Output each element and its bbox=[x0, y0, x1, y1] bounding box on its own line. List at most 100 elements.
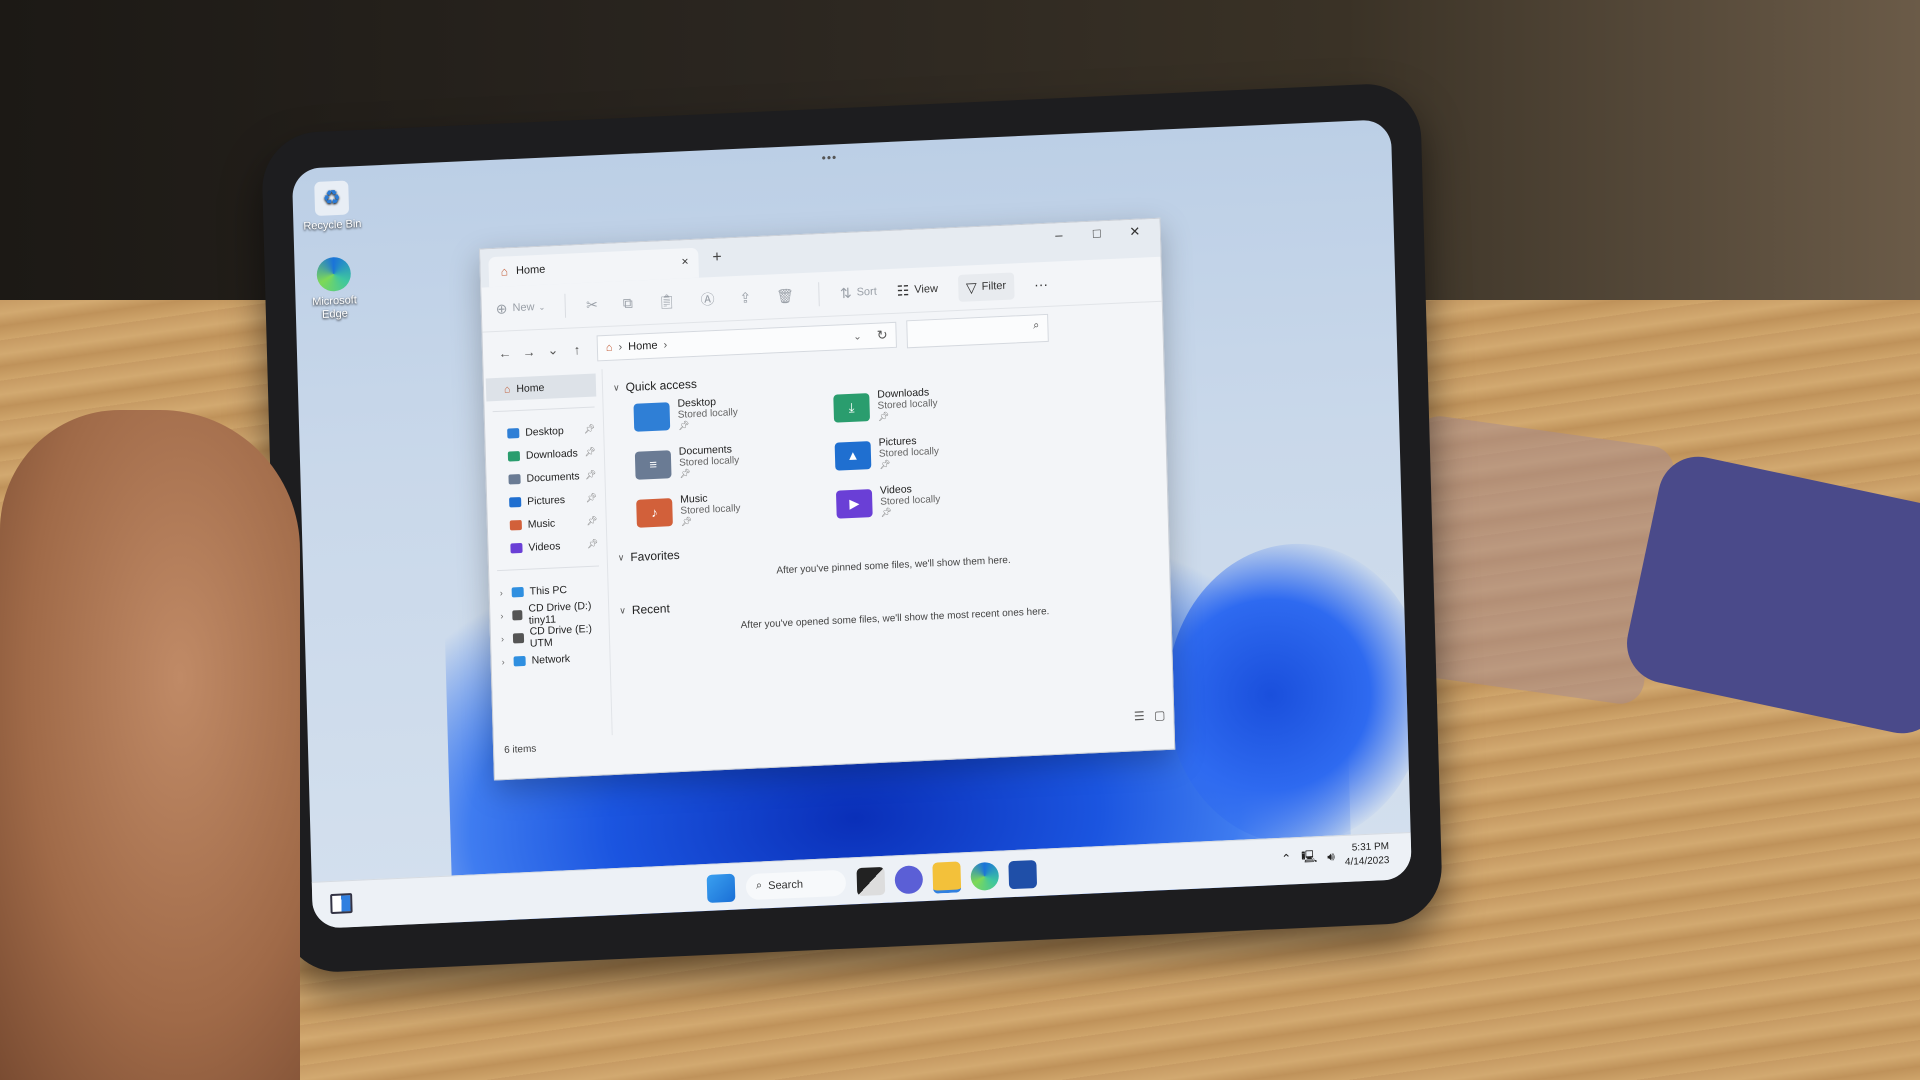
pin-icon: 📌︎ bbox=[680, 516, 693, 527]
cut-button[interactable]: ✂ bbox=[586, 296, 603, 314]
filter-label: Filter bbox=[981, 279, 1007, 293]
divider bbox=[497, 565, 600, 572]
clipboard-icon: 📋︎ bbox=[657, 292, 676, 310]
trash-icon: 🗑︎ bbox=[775, 286, 795, 304]
refresh-button[interactable]: ↻ bbox=[877, 327, 888, 343]
quick-access-videos[interactable]: ▶ Videos Stored locally 📌︎ bbox=[835, 479, 1007, 521]
chevron-down-icon: ∨ bbox=[617, 551, 625, 563]
scissors-icon: ✂ bbox=[585, 295, 599, 313]
sidebar-item-label: Music bbox=[527, 516, 556, 531]
folder-icon bbox=[509, 519, 522, 531]
address-history-chevron-icon[interactable]: ⌄ bbox=[853, 331, 862, 342]
file-explorer-window: ⌂ Home × + – □ ✕ ⊕ New ⌄ ✂ ⧉ 📋︎ Ⓐ ⇪ 🗑︎ ⇅… bbox=[479, 217, 1176, 781]
content-pane: ∨ Quick access Desktop Stored locally 📌︎ ⤓ D… bbox=[603, 344, 1174, 735]
chevron-right-icon[interactable]: › bbox=[500, 587, 503, 597]
sidebar-item-videos[interactable]: Videos 📌︎ bbox=[488, 532, 607, 560]
sidebar-item-label: Documents bbox=[526, 469, 580, 485]
delete-button[interactable]: 🗑︎ bbox=[776, 287, 799, 305]
sidebar-item-label: Downloads bbox=[525, 446, 578, 462]
drive-icon bbox=[512, 632, 524, 643]
chevron-right-icon[interactable]: › bbox=[501, 633, 504, 643]
item-count: 6 items bbox=[503, 743, 537, 756]
start-button[interactable] bbox=[706, 873, 736, 903]
navigation-pane: ⌂ Home Desktop 📌︎ Downloads 📌︎ Documents 📌︎ Pi… bbox=[483, 369, 613, 741]
home-icon: ⌂ bbox=[503, 382, 511, 396]
widgets-icon[interactable] bbox=[330, 893, 353, 915]
edge-icon[interactable] bbox=[970, 861, 1000, 891]
quick-access-pictures[interactable]: ▲ Pictures Stored locally 📌︎ bbox=[834, 431, 1006, 473]
search-input[interactable]: ⌕ bbox=[906, 313, 1049, 349]
quick-access-grid: Desktop Stored locally 📌︎ ⤓ Downloads Stored … bbox=[613, 376, 1167, 531]
maximize-button[interactable]: □ bbox=[1078, 225, 1116, 243]
filter-button[interactable]: ▽ Filter bbox=[957, 271, 1015, 302]
breadcrumb-home[interactable]: Home bbox=[628, 340, 658, 353]
quick-access-downloads[interactable]: ⤓ Downloads Stored locally 📌︎ bbox=[833, 383, 1004, 425]
quick-access-documents[interactable]: ≡ Documents Stored locally 📌︎ bbox=[634, 440, 806, 482]
sort-button[interactable]: ⇅ Sort bbox=[840, 283, 877, 302]
quick-access-desktop[interactable]: Desktop Stored locally 📌︎ bbox=[633, 392, 804, 434]
tab-title: Home bbox=[515, 263, 546, 277]
section-title: Quick access bbox=[625, 376, 698, 395]
file-explorer-icon[interactable] bbox=[932, 861, 962, 894]
minimize-button[interactable]: – bbox=[1040, 226, 1078, 244]
pin-icon: 📌︎ bbox=[583, 423, 596, 435]
sidebar-item-label: This PC bbox=[529, 583, 568, 598]
chevron-down-icon: ∨ bbox=[612, 381, 620, 393]
rename-button[interactable]: Ⓐ bbox=[700, 289, 720, 310]
new-tab-button[interactable]: + bbox=[712, 249, 722, 267]
multitasking-dots-icon[interactable]: ••• bbox=[821, 150, 837, 165]
back-button[interactable]: ← bbox=[493, 345, 517, 361]
pin-icon: 📌︎ bbox=[584, 446, 596, 458]
chevron-up-icon[interactable]: ⌃ bbox=[1281, 851, 1291, 865]
rename-icon: Ⓐ bbox=[700, 291, 715, 308]
sidebar-item-label: Desktop bbox=[525, 424, 564, 439]
tab-close-button[interactable]: × bbox=[681, 254, 688, 268]
chevron-right-icon[interactable]: › bbox=[500, 610, 503, 620]
address-bar[interactable]: ⌂ › Home › ⌄ ↻ bbox=[596, 321, 897, 362]
close-button[interactable]: ✕ bbox=[1116, 223, 1154, 241]
desktop-icon-recycle-bin[interactable]: ♻ Recycle Bin bbox=[296, 180, 367, 234]
taskbar-search[interactable]: ⌕ Search bbox=[745, 869, 847, 900]
new-button[interactable]: ⊕ New ⌄ bbox=[496, 298, 546, 317]
sidebar-location[interactable]: › Network bbox=[491, 645, 610, 673]
more-options-button[interactable]: ··· bbox=[1034, 276, 1048, 293]
forward-button[interactable]: → bbox=[517, 343, 541, 360]
volume-icon[interactable]: 🔊︎ bbox=[1327, 849, 1335, 864]
view-button[interactable]: ☷ View bbox=[897, 280, 939, 299]
sidebar-item-label: Videos bbox=[528, 539, 561, 554]
pin-icon: 📌︎ bbox=[880, 507, 893, 518]
up-button[interactable]: ↑ bbox=[565, 341, 589, 357]
folder-icon: ▶ bbox=[835, 489, 873, 519]
explorer-body: ⌂ Home Desktop 📌︎ Downloads 📌︎ Documents 📌︎ Pi… bbox=[483, 344, 1174, 741]
desktop-icon-label: Microsoft Edge bbox=[312, 294, 358, 321]
divider bbox=[564, 293, 567, 318]
folder-icon: ♪ bbox=[636, 498, 673, 528]
details-view-icon[interactable]: ☰ bbox=[1134, 709, 1145, 723]
paste-button[interactable]: 📋︎ bbox=[658, 292, 681, 310]
chevron-down-icon: ⌄ bbox=[538, 302, 546, 312]
network-icon[interactable]: 🖳︎ bbox=[1301, 847, 1318, 869]
share-button[interactable]: ⇪ bbox=[739, 289, 756, 307]
quick-access-music[interactable]: ♪ Music Stored locally 📌︎ bbox=[636, 488, 807, 530]
copy-button[interactable]: ⧉ bbox=[623, 294, 638, 312]
chat-icon[interactable] bbox=[894, 864, 924, 894]
sidebar-item-home[interactable]: ⌂ Home bbox=[485, 373, 597, 402]
chevron-right-icon[interactable]: › bbox=[502, 656, 505, 666]
pin-icon: 📌︎ bbox=[679, 468, 692, 479]
pin-icon: 📌︎ bbox=[677, 420, 690, 431]
clock[interactable]: 5:31 PM 4/14/2023 bbox=[1344, 840, 1390, 870]
pin-icon: 📌︎ bbox=[586, 515, 598, 527]
new-label: New bbox=[512, 301, 535, 315]
desktop-icon-edge[interactable]: Microsoft Edge bbox=[298, 256, 370, 323]
store-icon[interactable] bbox=[1008, 859, 1038, 889]
breadcrumb-separator: › bbox=[663, 339, 668, 352]
section-title: Favorites bbox=[630, 547, 680, 565]
tiles-view-icon[interactable]: ▢ bbox=[1154, 708, 1166, 723]
recent-locations-button[interactable]: ⌄ bbox=[541, 342, 565, 359]
edge-icon bbox=[316, 256, 352, 293]
filter-icon: ▽ bbox=[965, 278, 977, 296]
folder-icon: ≡ bbox=[634, 450, 672, 480]
system-tray: ⌃ 🖳︎ 🔊︎ 5:31 PM 4/14/2023 bbox=[1281, 840, 1390, 873]
folder-icon bbox=[509, 496, 522, 508]
task-view-icon[interactable] bbox=[856, 866, 886, 896]
